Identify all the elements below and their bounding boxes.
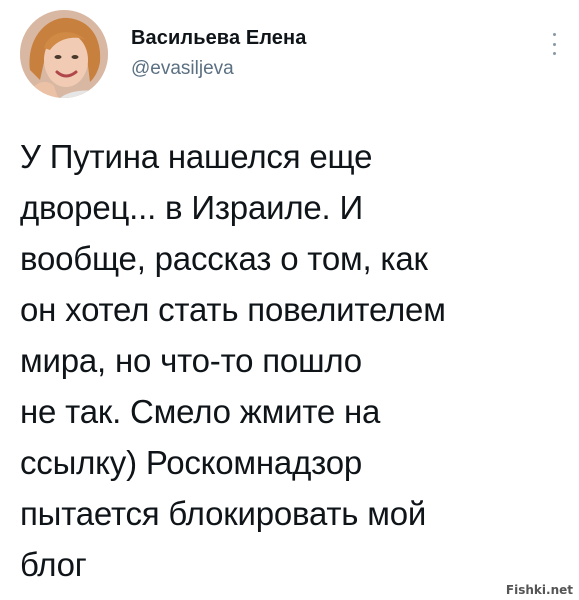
tweet-text-line: блог	[20, 546, 87, 583]
author-display-name[interactable]: Васильева Елена	[131, 26, 306, 50]
tweet-text-line: вообще, рассказ о том, как	[20, 240, 428, 277]
tweet-text-line: дворец... в Израиле. И	[20, 189, 364, 226]
more-dot	[552, 42, 556, 46]
tweet-text-line: не так. Смело жмите на	[20, 393, 381, 430]
tweet-text-line: пытается блокировать мой	[20, 495, 427, 532]
author-block: Васильева Елена @evasiljeva	[131, 26, 306, 80]
tweet-text-line: он хотел стать повелителем	[20, 291, 446, 328]
author-handle[interactable]: @evasiljeva	[131, 58, 306, 80]
avatar[interactable]	[20, 10, 108, 98]
watermark: Fishki.net	[503, 583, 575, 597]
avatar-photo	[20, 10, 108, 98]
tweet-text-line: ссылку) Роскомнадзор	[20, 444, 363, 481]
more-dot	[552, 33, 556, 36]
more-dot	[552, 52, 556, 55]
tweet-text-line: У Путина нашелся еще	[20, 138, 373, 175]
tweet-text: У Путина нашелся еще дворец... в Израиле…	[20, 131, 570, 590]
tweet-text-line: мира, но что-то пошло	[20, 342, 362, 379]
more-vertical-icon[interactable]	[548, 33, 560, 55]
tweet-card: Васильева Елена @evasiljeva У Путина наш…	[0, 0, 579, 600]
